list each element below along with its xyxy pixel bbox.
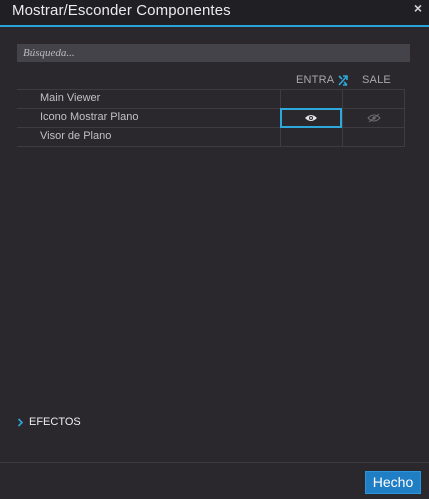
search-input[interactable] <box>17 44 410 62</box>
column-header-entra: ENTRA <box>296 74 335 86</box>
table-row: Visor de Plano <box>17 128 405 147</box>
components-table: Main Viewer Icono Mostrar Plano Visor de… <box>17 89 405 147</box>
row-label-main-viewer: Main Viewer <box>40 92 101 104</box>
done-button[interactable]: Hecho <box>365 471 421 494</box>
cell-sale-main-viewer[interactable] <box>342 90 405 108</box>
cell-entra-icono-mostrar-plano[interactable] <box>280 108 342 128</box>
row-label-visor-de-plano: Visor de Plano <box>40 130 112 142</box>
cell-sale-visor-de-plano[interactable] <box>342 128 405 146</box>
swap-columns-icon[interactable] <box>337 73 349 87</box>
eye-slash-icon <box>366 113 381 123</box>
footer-divider <box>0 462 429 463</box>
table-row: Icono Mostrar Plano <box>17 108 405 128</box>
cell-entra-visor-de-plano[interactable] <box>280 128 342 146</box>
cell-entra-main-viewer[interactable] <box>280 90 342 108</box>
column-header-sale: SALE <box>362 74 391 86</box>
chevron-right-icon <box>17 418 24 427</box>
efectos-label: EFECTOS <box>29 416 81 428</box>
cell-sale-icono-mostrar-plano[interactable] <box>342 109 405 127</box>
table-row: Main Viewer <box>17 89 405 109</box>
eye-icon <box>305 115 317 121</box>
window-title: Mostrar/Esconder Componentes <box>12 2 231 19</box>
row-label-icono-mostrar-plano: Icono Mostrar Plano <box>40 111 139 123</box>
close-icon[interactable]: × <box>411 0 425 17</box>
title-bar: Mostrar/Esconder Componentes × <box>0 0 429 27</box>
